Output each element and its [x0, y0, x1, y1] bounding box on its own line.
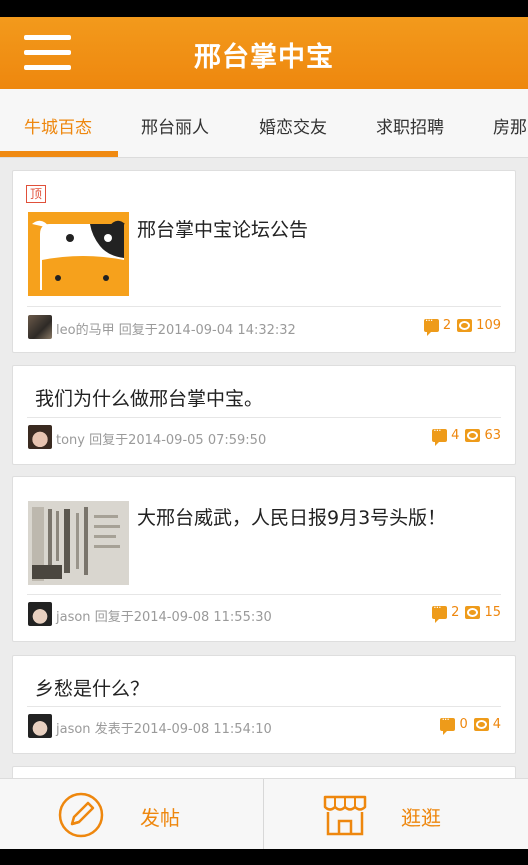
pinned-badge: 顶	[26, 185, 46, 203]
tab-hunlian[interactable]: 婚恋交友	[259, 113, 327, 138]
view-count: 63	[484, 428, 501, 443]
tab-fangchan[interactable]: 房那	[493, 113, 527, 138]
post-card[interactable]	[12, 766, 516, 778]
post-stats: 4 63	[426, 424, 501, 446]
category-tabs: 牛城百态 邢台丽人 婚恋交友 求职招聘 房那	[0, 89, 528, 158]
post-meta: tony 回复于2014-09-05 07:59:50 4 63	[28, 424, 501, 449]
post-card[interactable]: 大邢台威武，人民日报9月3号头版！ jason 回复于2014-09-08 11…	[12, 476, 516, 642]
app-title: 邢台掌中宝	[194, 42, 334, 73]
system-nav-bar	[0, 849, 528, 865]
divider	[27, 417, 501, 418]
post-title[interactable]: 乡愁是什么？	[35, 674, 149, 701]
browse-label: 逛逛	[401, 806, 441, 830]
views-icon	[473, 718, 489, 731]
avatar[interactable]	[28, 714, 52, 738]
browse-button[interactable]: 逛逛	[264, 779, 527, 850]
view-count: 4	[492, 717, 501, 732]
bottom-action-bar: 发帖 逛逛	[0, 778, 528, 850]
comment-count: 0	[459, 717, 468, 732]
tab-indicator	[0, 151, 118, 157]
comment-count: 4	[451, 428, 460, 443]
post-meta: jason 回复于2014-09-08 11:55:30 2 15	[28, 601, 501, 626]
post-title[interactable]: 邢台掌中宝论坛公告	[137, 215, 308, 242]
new-post-button[interactable]: 发帖	[0, 779, 263, 850]
avatar[interactable]	[28, 602, 52, 626]
tab-niucheng[interactable]: 牛城百态	[24, 113, 92, 138]
post-card[interactable]: 我们为什么做邢台掌中宝。 tony 回复于2014-09-05 07:59:50…	[12, 365, 516, 465]
post-meta-text: jason 回复于2014-09-08 11:55:30	[56, 610, 272, 625]
post-stats: 2 109	[418, 314, 501, 336]
views-icon	[457, 319, 473, 332]
avatar[interactable]	[28, 425, 52, 449]
status-bar	[0, 0, 528, 17]
post-stats: 0 4	[434, 713, 501, 735]
comment-icon	[432, 601, 448, 623]
post-meta-text: tony 回复于2014-09-05 07:59:50	[56, 433, 267, 448]
post-title[interactable]: 大邢台威武，人民日报9月3号头版！	[137, 503, 446, 530]
tab-liren[interactable]: 邢台丽人	[141, 113, 209, 138]
post-card[interactable]: 乡愁是什么？ jason 发表于2014-09-08 11:54:10 0 4	[12, 655, 516, 754]
newspaper-thumbnail	[28, 501, 129, 585]
cow-logo-thumbnail	[28, 212, 129, 296]
comment-count: 2	[442, 318, 452, 333]
divider	[27, 306, 501, 307]
storefront-icon	[323, 795, 367, 836]
avatar[interactable]	[28, 315, 52, 339]
pencil-icon	[58, 792, 104, 838]
post-meta: leo的马甲 回复于2014-09-04 14:32:32 2 109	[28, 314, 501, 339]
comment-count: 2	[451, 605, 460, 620]
views-icon	[465, 429, 481, 442]
comment-icon	[423, 314, 439, 336]
divider	[27, 594, 501, 595]
views-icon	[465, 606, 481, 619]
tab-qiuzhi[interactable]: 求职招聘	[376, 113, 444, 138]
post-stats: 2 15	[426, 601, 501, 623]
post-meta: jason 发表于2014-09-08 11:54:10 0 4	[28, 713, 501, 738]
post-list[interactable]: 顶 邢台掌中宝论坛公告 leo的马甲 回复于2014-09-04 14:32:3…	[0, 158, 528, 778]
comment-icon	[440, 713, 456, 735]
new-post-label: 发帖	[140, 806, 180, 830]
post-meta-text: leo的马甲 回复于2014-09-04 14:32:32	[56, 323, 296, 338]
app-bar: 邢台掌中宝	[0, 17, 528, 89]
divider	[27, 706, 501, 707]
post-meta-text: jason 发表于2014-09-08 11:54:10	[56, 722, 272, 737]
view-count: 15	[484, 605, 501, 620]
post-card[interactable]: 顶 邢台掌中宝论坛公告 leo的马甲 回复于2014-09-04 14:32:3…	[12, 170, 516, 353]
view-count: 109	[476, 318, 501, 333]
comment-icon	[432, 424, 448, 446]
post-title[interactable]: 我们为什么做邢台掌中宝。	[35, 384, 263, 411]
